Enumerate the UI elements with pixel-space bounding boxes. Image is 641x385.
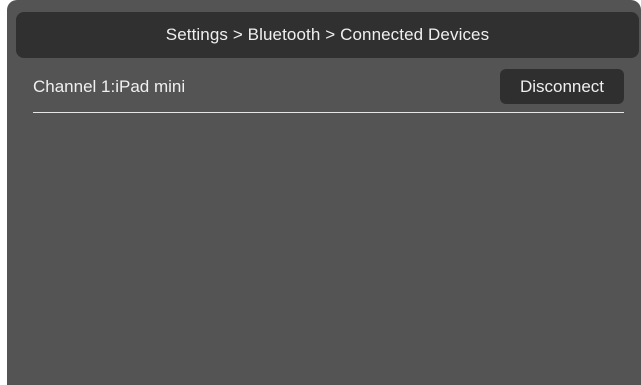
device-label: Channel 1:iPad mini <box>33 77 186 96</box>
device-row: Channel 1:iPad mini Disconnect <box>33 69 624 113</box>
breadcrumb-header: Settings > Bluetooth > Connected Devices <box>16 12 639 58</box>
disconnect-button-label: Disconnect <box>519 76 605 96</box>
breadcrumb: Settings > Bluetooth > Connected Devices <box>165 25 490 44</box>
settings-screen: Settings > Bluetooth > Connected Devices… <box>7 0 641 385</box>
row-divider <box>33 112 624 113</box>
disconnect-button[interactable]: Disconnect <box>500 69 624 104</box>
